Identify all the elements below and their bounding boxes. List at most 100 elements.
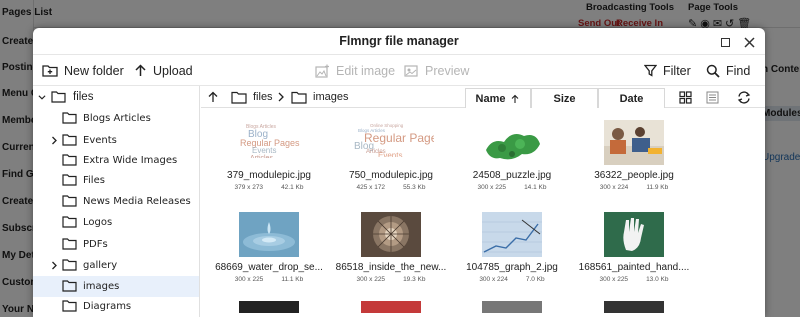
- file-manager-dialog: Flmngr file manager New folder Upload Ed…: [33, 28, 765, 317]
- file-tile[interactable]: 36322_people.jpg 300 x 224 11.9 Kb: [574, 118, 694, 198]
- grid-view-button[interactable]: [679, 86, 692, 108]
- dialog-title-bar: Flmngr file manager: [33, 28, 765, 55]
- maximize-button[interactable]: [716, 33, 734, 51]
- list-view-icon: [706, 91, 719, 103]
- file-size: 42.1 Kb: [281, 184, 304, 191]
- sort-date-label: Date: [619, 92, 644, 105]
- content-area: files Blogs Articles Events Extra Wide Imag…: [33, 86, 765, 317]
- folder-icon: [291, 91, 307, 104]
- file-thumbnail[interactable]: [361, 212, 421, 257]
- breadcrumb-label: files: [253, 91, 273, 103]
- file-size: 11.1 Kb: [281, 276, 304, 283]
- file-meta: 300 x 225 11.1 Kb: [209, 276, 329, 283]
- file-meta: 425 x 172 55.3 Kb: [331, 184, 451, 191]
- tree-item-label: Blogs Articles: [83, 113, 151, 124]
- file-tile[interactable]: 168561_painted_hand.... 300 x 225 13.0 Kb: [574, 210, 694, 290]
- tree-item-images[interactable]: images: [33, 276, 199, 297]
- file-name: 24508_puzzle.jpg: [472, 170, 552, 181]
- file-thumbnail[interactable]: [604, 212, 664, 257]
- breadcrumb-separator: [277, 86, 285, 108]
- file-tile[interactable]: 68669_water_drop_se... 300 x 225 11.1 Kb: [209, 210, 329, 290]
- file-tile[interactable]: Online Shopping Blogs Articles Regular Pag…: [331, 118, 451, 198]
- tree-root-files[interactable]: files: [33, 86, 199, 108]
- tree-item-news-media-releases[interactable]: News Media Releases: [33, 191, 199, 212]
- file-thumbnail[interactable]: [239, 212, 299, 257]
- folder-icon: [62, 238, 77, 250]
- breadcrumb-files[interactable]: files: [231, 86, 273, 108]
- folder-icon: [62, 154, 77, 166]
- search-icon: [706, 64, 720, 78]
- file-dimensions: 300 x 225: [234, 276, 264, 283]
- file-dimensions: 300 x 225: [599, 276, 629, 283]
- list-view-button[interactable]: [706, 86, 719, 108]
- upload-arrow-icon: [135, 64, 146, 76]
- file-thumbnail[interactable]: [482, 301, 542, 313]
- go-up-button[interactable]: [207, 86, 219, 108]
- chevron-right-icon[interactable]: [50, 261, 58, 269]
- refresh-button[interactable]: [737, 86, 751, 108]
- tree-item-diagrams[interactable]: Diagrams: [33, 296, 199, 317]
- breadcrumb-label: images: [313, 91, 349, 103]
- file-tile[interactable]: 24508_puzzle.jpg 300 x 225 14.1 Kb: [452, 118, 572, 198]
- file-thumbnail[interactable]: [604, 301, 664, 313]
- file-name: 104785_graph_2.jpg: [466, 262, 558, 273]
- file-thumbnail[interactable]: [482, 120, 542, 165]
- arrow-up-icon: [208, 91, 218, 102]
- folder-icon: [62, 300, 77, 312]
- file-thumbnail[interactable]: [239, 301, 299, 313]
- filter-button[interactable]: Filter: [644, 55, 691, 86]
- chevron-down-icon[interactable]: [38, 93, 46, 101]
- dialog-title: Flmngr file manager: [339, 34, 459, 48]
- file-dimensions: 379 x 273: [234, 184, 264, 191]
- filter-label: Filter: [663, 63, 691, 78]
- new-folder-button[interactable]: New folder: [42, 55, 124, 86]
- close-button[interactable]: [740, 33, 758, 51]
- folder-icon: [51, 91, 66, 103]
- tree-item-logos[interactable]: Logos: [33, 212, 199, 233]
- chevron-right-icon[interactable]: [50, 136, 58, 144]
- preview-label: Preview: [425, 63, 470, 78]
- file-dimensions: 425 x 172: [356, 184, 386, 191]
- tree-item-extra-wide-images[interactable]: Extra Wide Images: [33, 150, 199, 171]
- tree-item-events[interactable]: Events: [33, 130, 199, 151]
- find-button[interactable]: Find: [706, 55, 750, 86]
- file-thumbnail[interactable]: Blogs ArticlesBlogRegular PagesEventsArt…: [238, 122, 300, 158]
- file-size: 14.1 Kb: [524, 184, 547, 191]
- sort-by-name-button[interactable]: Name: [465, 88, 531, 108]
- find-label: Find: [726, 63, 751, 78]
- file-tile[interactable]: 104785_graph_2.jpg 300 x 224 7.0 Kb: [452, 210, 572, 290]
- file-name: 36322_people.jpg: [594, 170, 674, 181]
- file-thumbnail[interactable]: [482, 212, 542, 257]
- file-dimensions: 300 x 225: [477, 184, 507, 191]
- file-thumbnail[interactable]: [361, 301, 421, 313]
- sort-by-size-button[interactable]: Size: [531, 88, 598, 108]
- folder-icon: [62, 195, 77, 207]
- tree-item-files[interactable]: Files: [33, 170, 199, 191]
- folder-icon: [62, 216, 77, 228]
- file-name: 379_modulepic.jpg: [227, 170, 311, 181]
- tree-item-gallery[interactable]: gallery: [33, 255, 199, 276]
- upload-button[interactable]: Upload: [134, 55, 193, 86]
- tree-item-blogs-articles[interactable]: Blogs Articles: [33, 108, 199, 129]
- file-meta: 300 x 225 19.3 Kb: [331, 276, 451, 283]
- folder-icon: [62, 280, 77, 292]
- file-size: 13.0 Kb: [646, 276, 669, 283]
- svg-text:Regular Pages: Regular Pages: [364, 131, 434, 145]
- chevron-right-icon: [278, 92, 284, 102]
- sort-by-date-button[interactable]: Date: [598, 88, 665, 108]
- preview-button[interactable]: Preview: [404, 55, 469, 86]
- tree-item-pdfs[interactable]: PDFs: [33, 234, 199, 255]
- file-browser: files images Name Size Date Blogs Articl…: [201, 86, 765, 317]
- file-size: 11.9 Kb: [646, 184, 669, 191]
- breadcrumb-images[interactable]: images: [291, 86, 348, 108]
- file-tile[interactable]: Blogs ArticlesBlogRegular PagesEventsArt…: [209, 118, 329, 198]
- preview-icon: [404, 65, 418, 77]
- file-tile[interactable]: 86518_inside_the_new... 300 x 225 19.3 Kb: [331, 210, 451, 290]
- file-thumbnail[interactable]: Online Shopping Blogs Articles Regular Pag…: [348, 122, 434, 157]
- tree-item-label: Logos: [83, 217, 113, 228]
- tree-item-label: images: [83, 281, 120, 292]
- edit-image-button[interactable]: Edit image: [315, 55, 395, 86]
- file-dimensions: 300 x 224: [479, 276, 508, 283]
- file-thumbnail[interactable]: [604, 120, 664, 165]
- file-size: 19.3 Kb: [403, 276, 426, 283]
